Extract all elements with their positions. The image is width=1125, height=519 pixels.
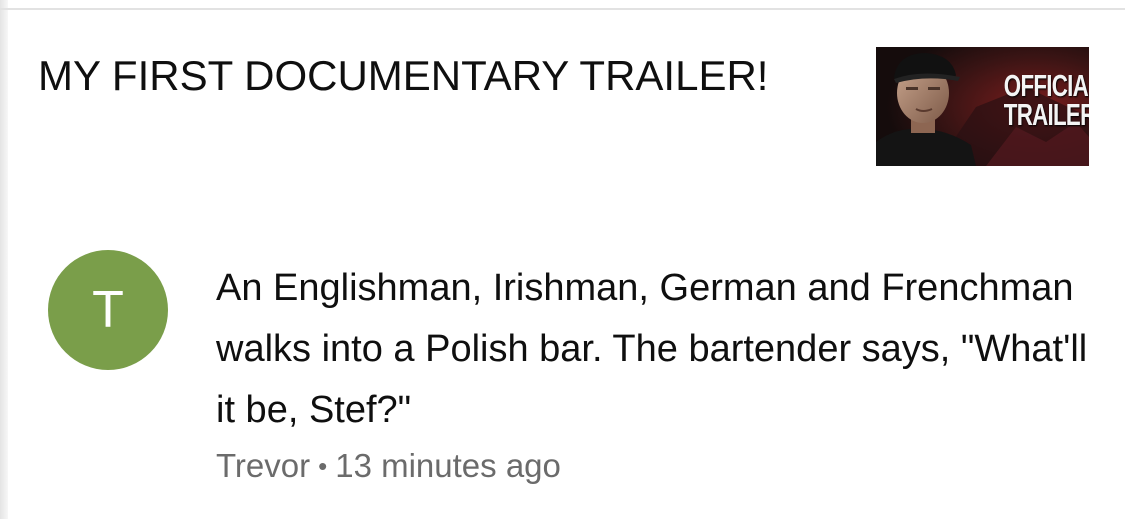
comment-text: An Englishman, Irishman, German and Fren…	[216, 267, 1088, 431]
thumbnail-caption: OFFICIAL TRAILER	[1003, 68, 1089, 132]
screen-edge	[0, 0, 8, 519]
avatar[interactable]: T	[48, 250, 168, 370]
comment-timestamp: 13 minutes ago	[335, 447, 561, 484]
video-title[interactable]: MY FIRST DOCUMENTARY TRAILER!	[38, 52, 838, 100]
meta-separator: •	[318, 451, 328, 481]
comment-meta: Trevor • 13 minutes ago	[216, 444, 561, 488]
top-divider	[0, 8, 1125, 10]
thumbnail-caption-line1: OFFICIAL	[1003, 68, 1089, 103]
comment-author[interactable]: Trevor	[216, 447, 310, 484]
thumbnail-caption-line2: TRAILER	[1003, 97, 1089, 132]
video-thumbnail[interactable]: OFFICIAL TRAILER	[876, 47, 1089, 166]
